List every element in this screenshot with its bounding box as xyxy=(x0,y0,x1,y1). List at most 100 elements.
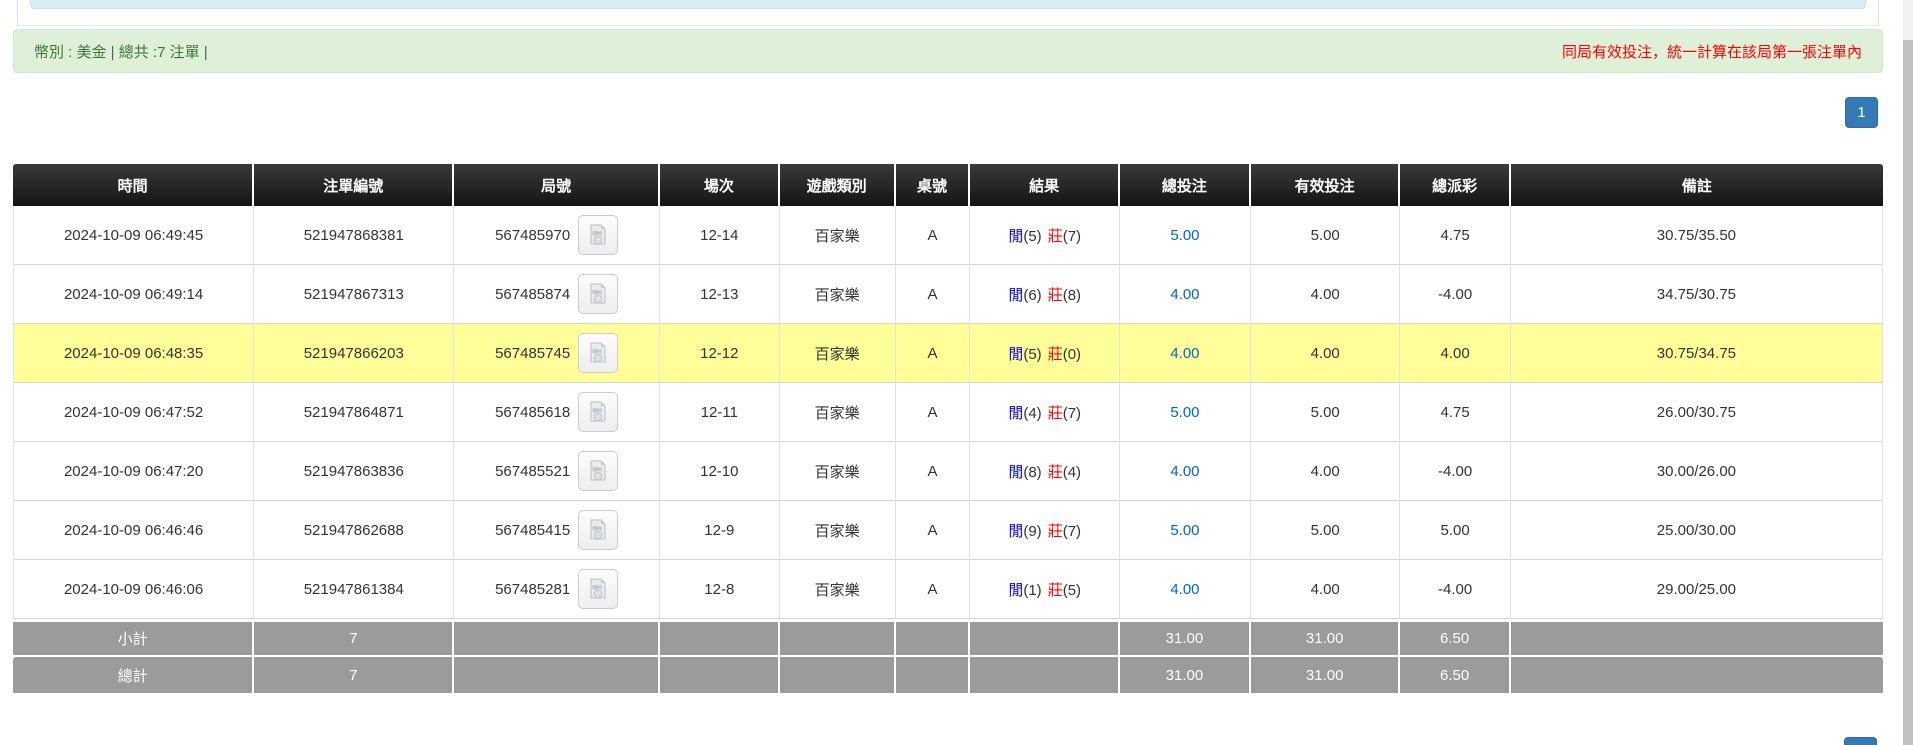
session-cell: 12-12 xyxy=(660,324,780,383)
time-cell: 2024-10-09 06:46:46 xyxy=(13,501,254,560)
table-row[interactable]: 2024-10-09 06:47:20 521947863836 5674855… xyxy=(13,442,1883,501)
total-bet-link[interactable]: 4.00 xyxy=(1170,581,1199,598)
player-label: 閒 xyxy=(1008,523,1023,540)
valid-bet-cell: 4.00 xyxy=(1251,560,1401,619)
video-icon xyxy=(586,223,610,247)
round-number: 567485281 xyxy=(495,581,570,598)
bet-history-table: 時間 注單編號 局號 場次 遊戲類別 桌號 結果 總投注 有效投注 總派彩 備註… xyxy=(13,164,1883,695)
remark-cell: 34.75/30.75 xyxy=(1511,265,1883,324)
bet-id-cell: 521947861384 xyxy=(254,560,454,619)
summary-valid-bet-cell: 31.00 xyxy=(1251,619,1401,657)
player-score: (6) xyxy=(1023,287,1041,304)
pagination-top: 1 xyxy=(13,97,1883,128)
col-header-table-no: 桌號 xyxy=(896,164,971,206)
video-replay-button[interactable] xyxy=(578,451,618,491)
round-cell: 567485415 xyxy=(454,501,660,560)
banker-label: 莊 xyxy=(1048,523,1063,540)
summary-empty-cell xyxy=(780,619,896,657)
player-score: (1) xyxy=(1023,582,1041,599)
table-row[interactable]: 2024-10-09 06:48:35 521947866203 5674857… xyxy=(13,324,1883,383)
total-bet-link[interactable]: 5.00 xyxy=(1170,522,1199,539)
result-cell: 閒(6)莊(8) xyxy=(970,265,1120,324)
video-replay-button[interactable] xyxy=(578,333,618,373)
valid-bet-cell: 4.00 xyxy=(1251,442,1401,501)
banker-score: (5) xyxy=(1063,582,1081,599)
game-type-cell: 百家樂 xyxy=(780,560,896,619)
banker-label: 莊 xyxy=(1048,405,1063,422)
summary-total-bet-cell: 31.00 xyxy=(1120,619,1251,657)
col-header-remark: 備註 xyxy=(1511,164,1883,206)
video-replay-button[interactable] xyxy=(578,392,618,432)
table-row[interactable]: 2024-10-09 06:47:52 521947864871 5674856… xyxy=(13,383,1883,442)
table-row[interactable]: 2024-10-09 06:46:06 521947861384 5674852… xyxy=(13,560,1883,619)
result-cell: 閒(1)莊(5) xyxy=(970,560,1120,619)
remark-cell: 29.00/25.00 xyxy=(1511,560,1883,619)
total-bet-link[interactable]: 5.00 xyxy=(1170,227,1199,244)
scrollbar[interactable] xyxy=(1903,0,1913,745)
game-type-cell: 百家樂 xyxy=(780,324,896,383)
total-bet-cell: 4.00 xyxy=(1120,324,1251,383)
scrollbar-thumb[interactable] xyxy=(1903,40,1913,745)
table-no-cell: A xyxy=(896,442,971,501)
total-bet-link[interactable]: 5.00 xyxy=(1170,404,1199,421)
banker-score: (7) xyxy=(1063,523,1081,540)
round-number: 567485745 xyxy=(495,345,570,362)
summary-empty-cell xyxy=(660,657,780,695)
time-cell: 2024-10-09 06:47:52 xyxy=(13,383,254,442)
result-cell: 閒(8)莊(4) xyxy=(970,442,1120,501)
bet-id-cell: 521947866203 xyxy=(254,324,454,383)
total-bet-link[interactable]: 4.00 xyxy=(1170,286,1199,303)
summary-empty-cell xyxy=(780,657,896,695)
player-label: 閒 xyxy=(1008,405,1023,422)
page-button-bottom-cutoff[interactable] xyxy=(1844,737,1877,745)
video-replay-button[interactable] xyxy=(578,510,618,550)
total-bet-cell: 4.00 xyxy=(1120,560,1251,619)
summary-total-bet-cell: 31.00 xyxy=(1120,657,1251,695)
banker-score: (4) xyxy=(1063,464,1081,481)
payout-cell: 4.00 xyxy=(1400,324,1510,383)
player-label: 閒 xyxy=(1008,346,1023,363)
valid-bet-cell: 4.00 xyxy=(1251,265,1401,324)
payout-cell: -4.00 xyxy=(1400,442,1510,501)
col-header-result: 結果 xyxy=(970,164,1120,206)
game-type-cell: 百家樂 xyxy=(780,501,896,560)
truncated-panel xyxy=(17,0,1879,26)
game-type-cell: 百家樂 xyxy=(780,442,896,501)
banker-score: (8) xyxy=(1063,287,1081,304)
remark-cell: 30.75/34.75 xyxy=(1511,324,1883,383)
table-no-cell: A xyxy=(896,383,971,442)
valid-bet-cell: 5.00 xyxy=(1251,501,1401,560)
col-header-round-id: 局號 xyxy=(454,164,660,206)
total-bet-link[interactable]: 4.00 xyxy=(1170,463,1199,480)
video-icon xyxy=(586,518,610,542)
player-score: (9) xyxy=(1023,523,1041,540)
col-header-time: 時間 xyxy=(13,164,254,206)
result-cell: 閒(5)莊(7) xyxy=(970,206,1120,265)
summary-payout-cell: 6.50 xyxy=(1400,657,1510,695)
video-replay-button[interactable] xyxy=(578,215,618,255)
video-replay-button[interactable] xyxy=(578,569,618,609)
page-button-1[interactable]: 1 xyxy=(1845,97,1878,128)
remark-cell: 26.00/30.75 xyxy=(1511,383,1883,442)
summary-empty-cell xyxy=(454,657,660,695)
session-cell: 12-11 xyxy=(660,383,780,442)
round-cell: 567485618 xyxy=(454,383,660,442)
summary-empty-cell xyxy=(896,657,971,695)
total-bet-cell: 4.00 xyxy=(1120,442,1251,501)
total-bet-link[interactable]: 4.00 xyxy=(1170,345,1199,362)
summary-payout-cell: 6.50 xyxy=(1400,619,1510,657)
result-cell: 閒(5)莊(0) xyxy=(970,324,1120,383)
bet-id-cell: 521947862688 xyxy=(254,501,454,560)
summary-label-cell: 總計 xyxy=(13,657,254,695)
time-cell: 2024-10-09 06:49:45 xyxy=(13,206,254,265)
player-score: (8) xyxy=(1023,464,1041,481)
table-row[interactable]: 2024-10-09 06:49:45 521947868381 5674859… xyxy=(13,206,1883,265)
table-row[interactable]: 2024-10-09 06:46:46 521947862688 5674854… xyxy=(13,501,1883,560)
game-type-cell: 百家樂 xyxy=(780,265,896,324)
video-replay-button[interactable] xyxy=(578,274,618,314)
table-row[interactable]: 2024-10-09 06:49:14 521947867313 5674858… xyxy=(13,265,1883,324)
summary-empty-cell xyxy=(454,619,660,657)
col-header-bet-id: 注單編號 xyxy=(254,164,454,206)
bet-id-cell: 521947868381 xyxy=(254,206,454,265)
table-no-cell: A xyxy=(896,206,971,265)
